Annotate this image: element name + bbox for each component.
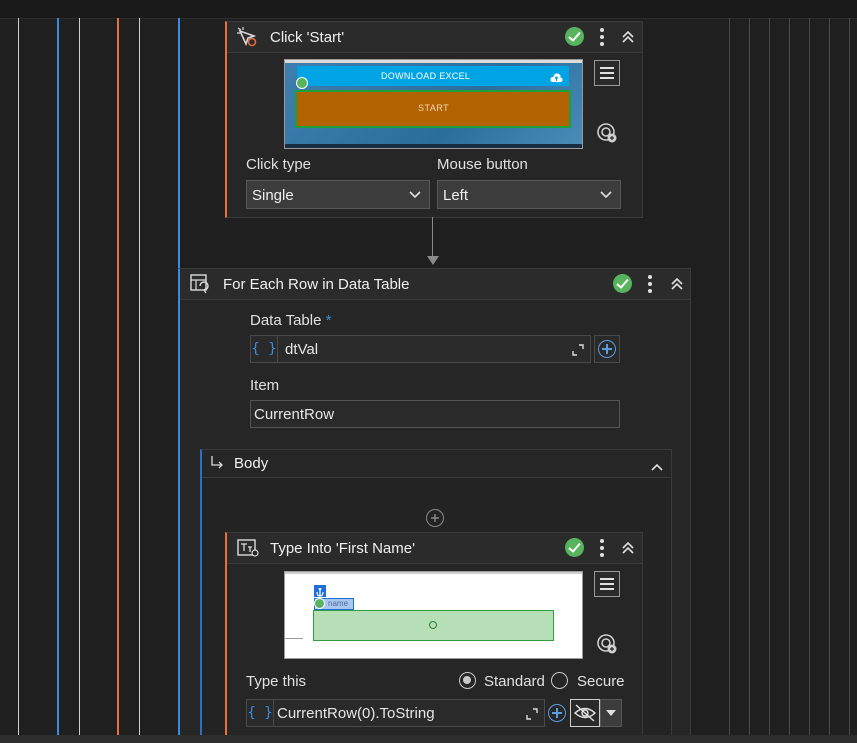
guide-line: [789, 18, 790, 735]
thumb-top-strip: [285, 572, 582, 574]
guide-line: [849, 18, 850, 735]
success-check-icon: [565, 538, 584, 557]
horizontal-scrollbar[interactable]: [0, 735, 857, 743]
data-table-value: dtVal: [285, 341, 319, 358]
expression-icon: { }: [251, 336, 278, 362]
thumb-download-bar: DOWNLOAD EXCEL: [297, 66, 569, 86]
data-table-field[interactable]: { } dtVal: [250, 335, 591, 363]
guide-line: [809, 18, 810, 735]
thumb-start-bar: START: [295, 90, 571, 128]
thumb-top-strip: [285, 60, 582, 63]
hide-text-button[interactable]: [570, 699, 600, 727]
click-activity-card[interactable]: Click 'Start' DOWNLOAD EXCEL START Click…: [225, 21, 643, 218]
standard-radio[interactable]: [459, 672, 476, 689]
add-variable-icon[interactable]: [548, 704, 566, 722]
item-field[interactable]: CurrentRow: [250, 400, 620, 428]
for-each-header[interactable]: For Each Row in Data Table: [180, 269, 690, 300]
type-into-activity-card[interactable]: Type Into 'First Name' name Type this St…: [225, 532, 643, 743]
arrow-down-icon: [427, 256, 439, 265]
target-dot-icon: [429, 621, 437, 629]
success-check-icon: [565, 27, 584, 46]
anchor-icon: [314, 585, 326, 597]
top-bar: [0, 0, 857, 19]
standard-label[interactable]: Standard: [484, 673, 545, 690]
type-into-icon: [237, 539, 259, 562]
item-value: CurrentRow: [254, 406, 335, 423]
body-label: Body: [234, 455, 269, 472]
secure-radio[interactable]: [551, 672, 568, 689]
body-arrow-icon: [210, 455, 224, 474]
for-each-title: For Each Row in Data Table: [223, 276, 410, 293]
indicate-target-icon[interactable]: [596, 122, 618, 149]
collapse-icon[interactable]: [621, 541, 635, 560]
eye-off-icon: [573, 704, 597, 722]
expand-editor-icon[interactable]: [572, 343, 584, 361]
click-type-label: Click type: [246, 156, 312, 173]
expand-editor-icon[interactable]: [526, 707, 538, 725]
target-anchor-icon: [314, 598, 325, 609]
guide-line: [117, 18, 119, 735]
click-icon: [237, 27, 259, 52]
guide-line: [769, 18, 770, 735]
mouse-button-label: Mouse button: [437, 156, 528, 173]
more-options-icon[interactable]: [600, 539, 604, 560]
target-anchor-icon: [296, 77, 308, 89]
options-menu-button[interactable]: [594, 60, 620, 86]
type-into-title: Type Into 'First Name': [270, 540, 415, 557]
click-target-thumbnail[interactable]: DOWNLOAD EXCEL START: [284, 59, 583, 149]
guide-line: [57, 18, 59, 735]
data-table-plus-box[interactable]: [594, 335, 620, 363]
item-label: Item: [250, 377, 280, 394]
type-this-value: CurrentRow(0).ToString: [277, 705, 435, 722]
guide-line: [18, 18, 19, 735]
mouse-button-select[interactable]: Left: [437, 180, 621, 209]
for-each-icon: [190, 274, 210, 299]
chevron-down-icon: [409, 191, 421, 199]
thumb-left-line: [285, 638, 303, 639]
caret-down-icon: [606, 710, 616, 716]
data-table-label: Data Table *: [250, 312, 332, 329]
more-options-icon[interactable]: [648, 275, 652, 296]
guide-line: [139, 18, 140, 735]
type-into-header[interactable]: Type Into 'First Name': [227, 533, 642, 564]
success-check-icon: [613, 274, 632, 293]
click-type-select[interactable]: Single: [246, 180, 430, 209]
secure-label[interactable]: Secure: [577, 673, 625, 690]
guide-line: [749, 18, 750, 735]
thumb-start-label: START: [418, 103, 450, 113]
click-activity-title: Click 'Start': [270, 29, 345, 46]
indicate-target-icon[interactable]: [596, 633, 618, 660]
expression-icon: { }: [247, 700, 274, 726]
click-activity-header[interactable]: Click 'Start': [227, 22, 642, 53]
more-options-icon[interactable]: [600, 28, 604, 49]
thumb-download-label: DOWNLOAD EXCEL: [381, 71, 471, 81]
collapse-icon[interactable]: [670, 277, 684, 296]
chevron-up-icon[interactable]: [651, 458, 663, 476]
type-this-label: Type this: [246, 673, 307, 690]
chevron-down-icon: [600, 191, 612, 199]
cloud-upload-icon: [550, 70, 563, 88]
thumb-input-box: [313, 610, 554, 641]
click-type-value: Single: [252, 187, 294, 204]
hide-text-dropdown[interactable]: [600, 699, 622, 727]
thumb-bottom-strip: [285, 144, 582, 148]
required-mark: *: [325, 312, 332, 329]
guide-line: [729, 18, 730, 735]
sequence-connector: [432, 217, 433, 259]
type-target-thumbnail[interactable]: name: [284, 571, 583, 659]
thumb-hint-text: name: [328, 599, 349, 608]
mouse-button-value: Left: [443, 187, 469, 204]
options-menu-button[interactable]: [594, 571, 620, 597]
type-this-field[interactable]: { } CurrentRow(0).ToString: [246, 699, 545, 727]
collapse-icon[interactable]: [621, 30, 635, 49]
guide-line: [79, 18, 80, 735]
add-activity-icon[interactable]: [426, 509, 444, 527]
body-header[interactable]: Body: [202, 450, 671, 478]
add-variable-icon[interactable]: [598, 340, 616, 358]
guide-line: [829, 18, 830, 735]
